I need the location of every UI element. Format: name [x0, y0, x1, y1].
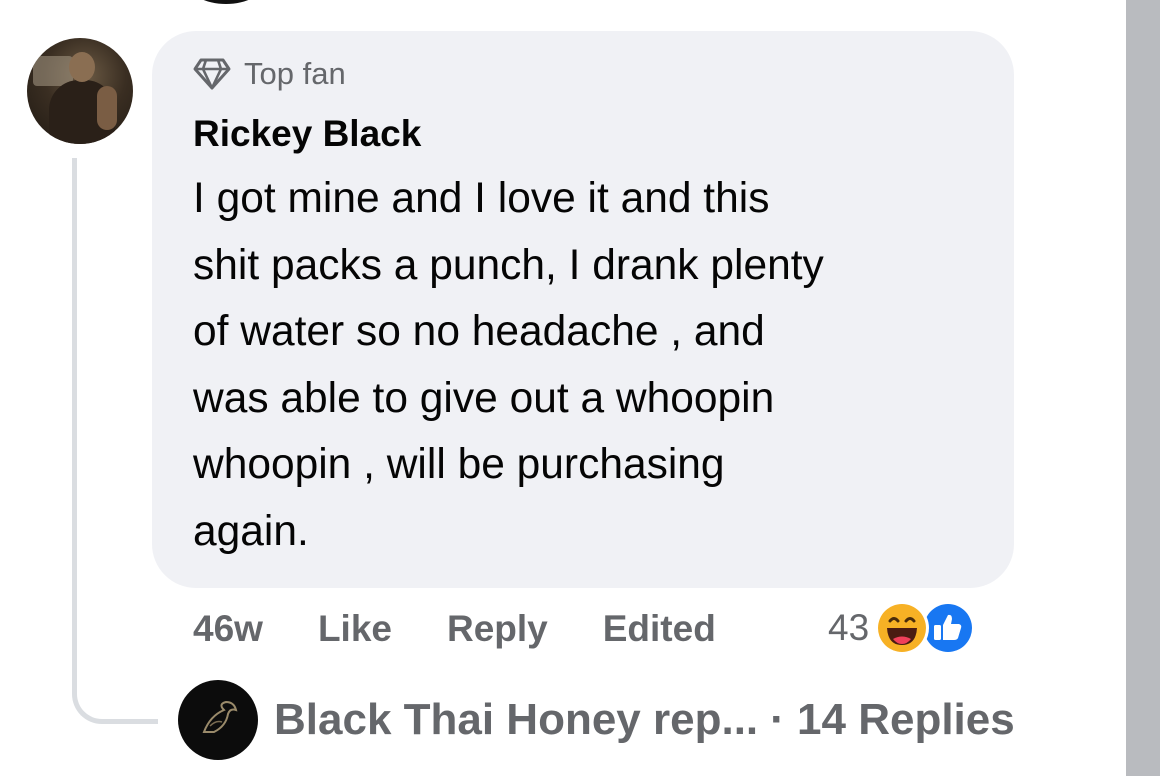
comment-thread: Top fan Rickey Black I got mine and I lo…	[0, 0, 1160, 776]
commenter-avatar[interactable]	[27, 38, 133, 144]
comment-line: shit packs a punch, I drank plenty	[193, 241, 824, 289]
replies-preview[interactable]: Black Thai Honey rep... · 14 Replies	[178, 680, 1015, 760]
reply-button[interactable]: Reply	[447, 608, 548, 650]
reactions-summary[interactable]: 43	[828, 598, 977, 658]
bird-logo-icon	[202, 700, 238, 733]
page-avatar[interactable]	[178, 680, 258, 760]
scrollbar[interactable]	[1126, 0, 1160, 776]
reply-count: · 14 Replies	[770, 695, 1015, 744]
reply-author-preview: Black Thai Honey rep...	[274, 695, 759, 744]
comment-timestamp[interactable]: 46w	[193, 608, 263, 650]
badge-label: Top fan	[244, 56, 346, 91]
comment-line: whoopin , will be purchasing	[193, 441, 725, 488]
top-fan-badge: Top fan	[192, 56, 346, 92]
comment-body: I got mine and I love it and this shit p…	[193, 166, 993, 565]
thread-connector-line	[72, 158, 158, 724]
comment-line: of water so no headache , and	[193, 308, 765, 355]
comment-actions: 46w Like Reply Edited	[193, 603, 716, 655]
comment-line: again.	[193, 507, 309, 555]
edited-label[interactable]: Edited	[603, 608, 716, 650]
comment-author[interactable]: Rickey Black	[193, 113, 421, 155]
comment-line: I got mine and I love it and this	[193, 175, 770, 222]
previous-avatar-edge	[188, 0, 264, 4]
comment-line: was able to give out a whoopin	[193, 374, 775, 422]
diamond-icon	[192, 57, 232, 91]
haha-reaction-icon	[873, 599, 931, 657]
like-button[interactable]: Like	[318, 608, 392, 650]
reaction-count: 43	[828, 607, 870, 648]
